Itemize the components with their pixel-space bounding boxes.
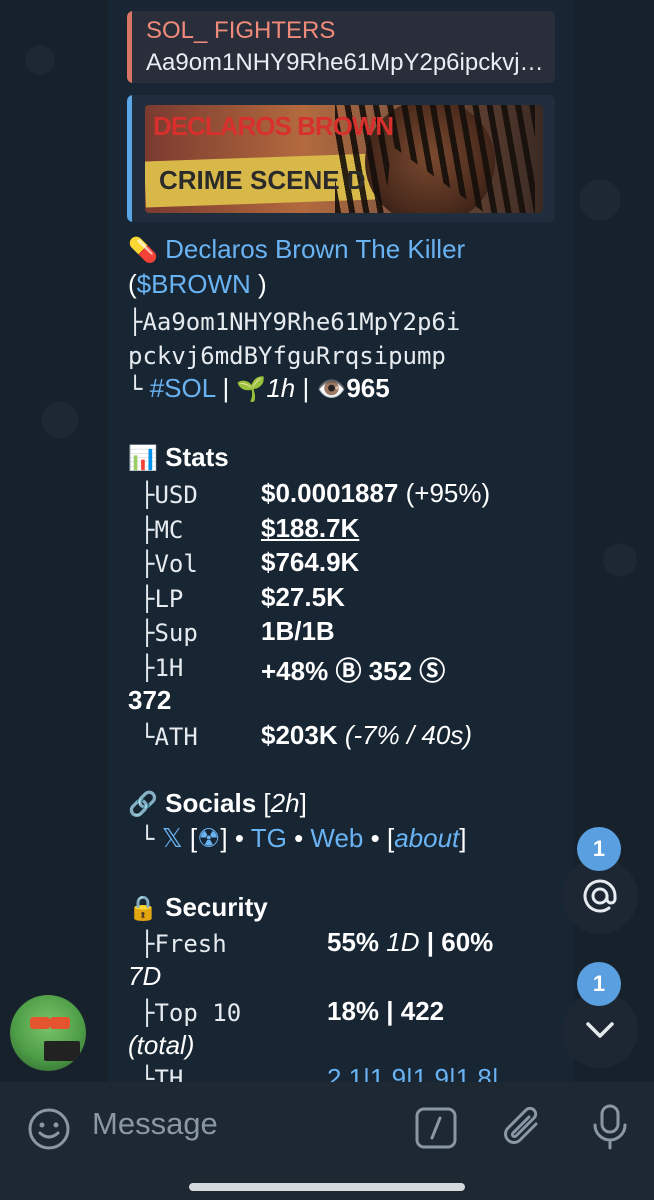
dot-3: •	[363, 823, 387, 853]
contract-address-line2[interactable]: pckvj6mdBYfguRrqsipump	[128, 342, 446, 370]
security-top10-wrap: (total)	[128, 1030, 195, 1060]
fresh-1d: 55%	[327, 927, 380, 957]
stat-label-vol: ├Vol	[140, 550, 198, 578]
security-value-fresh: 55% 1D | 60%	[327, 927, 493, 958]
ath-change: (-7% / 40s)	[337, 720, 472, 750]
security-value-th[interactable]: 2.1|1.9|1.9|1.8|	[327, 1063, 499, 1082]
ticker-open: (	[128, 269, 137, 299]
fresh-1d-label: 1D	[379, 927, 420, 957]
avatar-laptop	[44, 1041, 80, 1061]
socials-title: Socials	[165, 788, 257, 818]
attach-icon[interactable]	[500, 1104, 546, 1152]
stat-value-mc-link[interactable]: $188.7K	[261, 513, 359, 544]
stat-label-ath: └ATH	[140, 723, 198, 751]
tree-corner: └	[128, 375, 143, 403]
sender-avatar[interactable]	[10, 995, 86, 1071]
security-label-th: └TH	[140, 1065, 184, 1082]
socials-age: 2h	[270, 788, 300, 818]
stat-label-lp: ├LP	[140, 585, 184, 613]
sprout-icon: 🌱	[236, 376, 267, 403]
usd-change: (+95%)	[398, 478, 491, 508]
token-age: 1h	[266, 373, 296, 403]
avatar-glasses-left	[30, 1017, 50, 1029]
stat-value-sup: 1B/1B	[261, 616, 335, 646]
dot-1: •	[227, 823, 251, 853]
reply-text: Aa9om1NHY9Rhe61MpY2p6ipckvj6mdBYfguRrqsi…	[146, 49, 548, 76]
stat-value-vol: $764.9K	[261, 547, 360, 577]
message-bubble[interactable]: SOL_ FIGHTERS Aa9om1NHY9Rhe61MpY2p6ipckv…	[108, 0, 574, 1082]
preview-image[interactable]: DECLAROS BROWN CRIME SCENE D	[145, 105, 543, 213]
commands-icon[interactable]	[414, 1106, 458, 1150]
stat-value-usd: $0.0001887 (+95%)	[261, 478, 490, 509]
mention-count-badge: 1	[577, 827, 621, 871]
banner-bottom-text: CRIME SCENE D	[159, 165, 366, 195]
contract-address-line1[interactable]: ├Aa9om1NHY9Rhe61MpY2p6i	[128, 308, 460, 336]
stat-label-1h: ├1H	[140, 654, 184, 682]
lock-icon: 🔒	[128, 895, 158, 922]
pill-icon: 💊	[128, 237, 158, 264]
preview-accent-bar	[127, 95, 132, 222]
link-preview[interactable]: DECLAROS BROWN CRIME SCENE D	[127, 95, 555, 222]
security-value-top10: 18% | 422	[327, 996, 445, 1026]
ath-price: $203K	[261, 720, 338, 750]
reply-accent-bar	[127, 11, 132, 83]
socials-age-open: [	[256, 788, 271, 818]
x-bracket-close: ]	[220, 823, 228, 853]
reply-author: SOL_ FIGHTERS	[146, 17, 336, 44]
meta-sep-1: |	[215, 373, 237, 403]
home-indicator[interactable]	[189, 1183, 465, 1191]
emoji-icon[interactable]	[26, 1106, 72, 1152]
token-meta-line: └ #SOL | 🌱1h | 👁️965	[128, 373, 390, 404]
unread-count-badge: 1	[577, 962, 621, 1006]
radiation-icon[interactable]: ☢	[197, 823, 220, 853]
stats-header: 📊 Stats	[128, 442, 229, 473]
fresh-7d: | 60%	[419, 927, 494, 957]
avatar-glasses-right	[50, 1017, 70, 1029]
stats-title: Stats	[165, 442, 229, 472]
reply-quote[interactable]: SOL_ FIGHTERS Aa9om1NHY9Rhe61MpY2p6ipckv…	[127, 11, 555, 83]
ticker-close: )	[250, 269, 267, 299]
chain-hashtag-link[interactable]: #SOL	[150, 373, 216, 403]
about-close: ]	[459, 823, 467, 853]
token-name-link[interactable]: Declaros Brown The Killer	[165, 234, 465, 264]
security-label-fresh: ├Fresh	[140, 930, 227, 958]
banner-top-text: DECLAROS BROWN	[153, 111, 394, 141]
meta-sep-2: |	[295, 373, 317, 403]
tree-corner-socials: └	[140, 825, 155, 853]
x-bracket-open: [	[182, 823, 198, 853]
chart-icon: 📊	[128, 445, 158, 472]
security-label-top10: ├Top 10	[140, 999, 242, 1027]
stat-label-usd: ├USD	[140, 481, 198, 509]
message-input[interactable]: Message	[92, 1106, 218, 1142]
at-icon	[583, 879, 617, 913]
socials-age-close: ]	[299, 788, 307, 818]
stat-label-mc: ├MC	[140, 516, 184, 544]
telegram-link[interactable]: TG	[251, 823, 287, 853]
stat-value-lp: $27.5K	[261, 582, 345, 612]
security-fresh-wrap: 7D	[128, 961, 162, 991]
about-link[interactable]: about	[394, 823, 459, 853]
eye-icon: 👁️	[316, 376, 347, 403]
x-link[interactable]: 𝕏	[162, 823, 183, 853]
stat-value-ath: $203K (-7% / 40s)	[261, 720, 472, 751]
token-title-line: 💊 Declaros Brown The Killer	[128, 234, 465, 265]
views-count: 965	[346, 373, 390, 403]
socials-links: └ 𝕏 [☢] • TG • Web • [about]	[140, 823, 467, 854]
microphone-icon[interactable]	[590, 1102, 630, 1152]
token-ticker-line: ($BROWN )	[128, 269, 267, 300]
token-ticker-link[interactable]: $BROWN	[137, 269, 251, 299]
security-header: 🔒 Security	[128, 892, 268, 923]
chevron-down-icon	[586, 1022, 614, 1038]
usd-price: $0.0001887	[261, 478, 399, 508]
website-link[interactable]: Web	[310, 823, 363, 853]
link-icon: 🔗	[128, 791, 158, 818]
stat-value-1h-wrap: 372	[128, 685, 172, 715]
socials-header: 🔗 Socials [2h]	[128, 788, 307, 819]
dot-2: •	[286, 823, 311, 853]
security-title: Security	[165, 892, 268, 922]
stat-value-1h: +48% Ⓑ 352 Ⓢ	[261, 656, 446, 686]
stat-label-sup: ├Sup	[140, 619, 198, 647]
message-composer: Message	[0, 1082, 654, 1200]
